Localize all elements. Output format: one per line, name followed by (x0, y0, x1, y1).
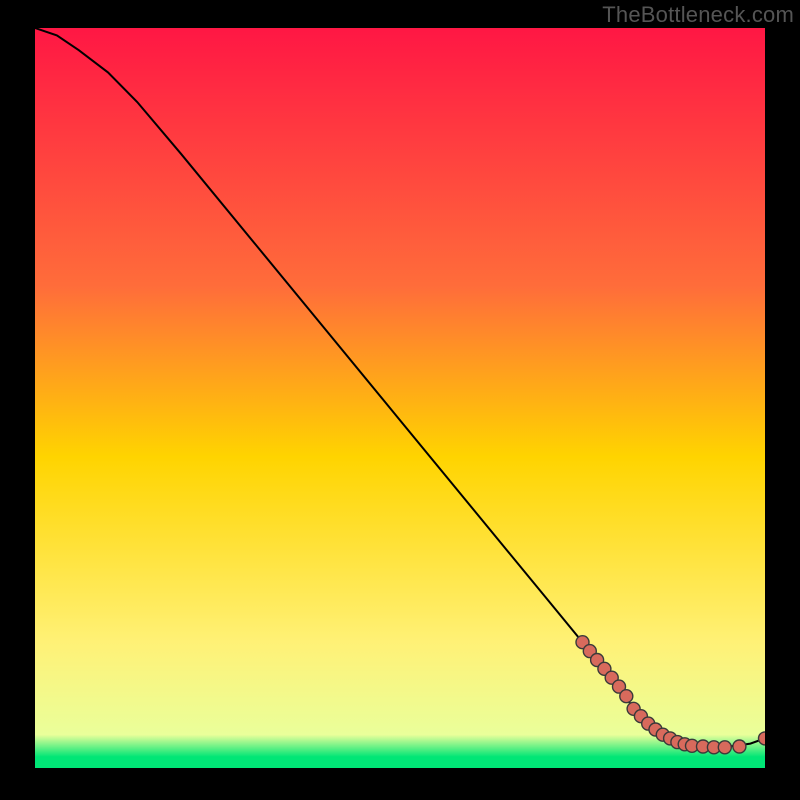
main-curve (35, 28, 765, 747)
data-dot (718, 741, 731, 754)
data-dot (759, 732, 766, 745)
data-dot (620, 690, 633, 703)
chart-svg (35, 28, 765, 768)
data-dots (576, 636, 765, 754)
plot-area (35, 28, 765, 768)
chart-frame: TheBottleneck.com (0, 0, 800, 800)
watermark-text: TheBottleneck.com (602, 2, 794, 28)
data-dot (733, 740, 746, 753)
